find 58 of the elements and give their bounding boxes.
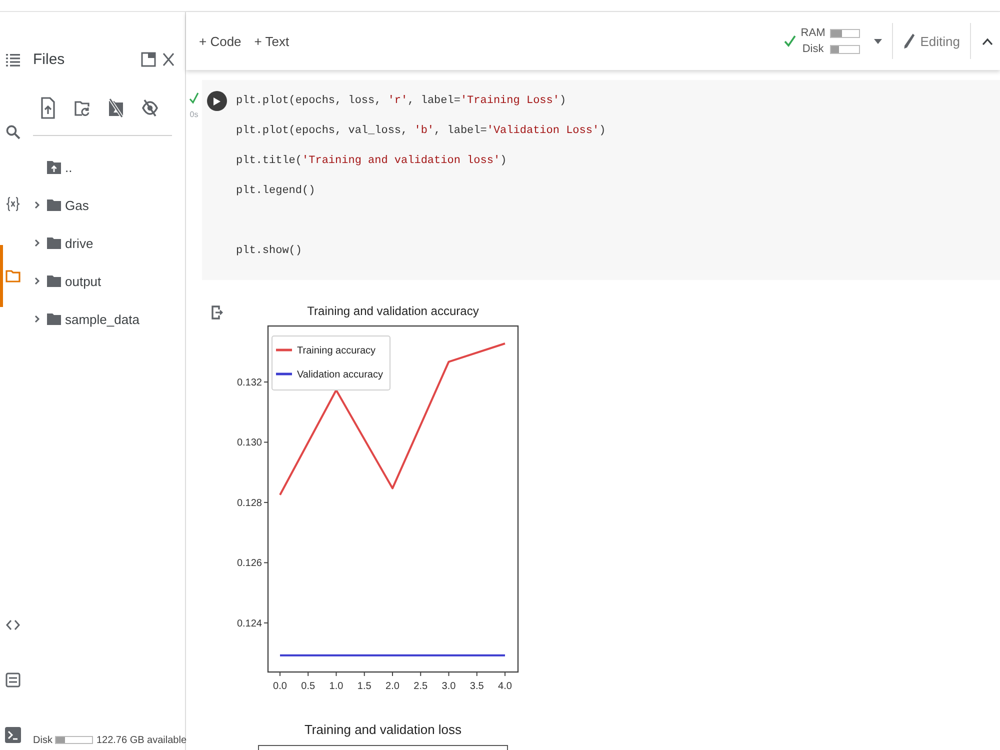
file-tree-item[interactable]: Gas [33, 186, 89, 224]
x-tick-label: 3.0 [442, 681, 456, 692]
y-tick-label: 0.132 [236, 378, 262, 388]
box-arrow-icon[interactable] [211, 305, 223, 320]
x-tick-label: 3.5 [470, 681, 484, 692]
disk-space-text: 122.76 GB available [96, 734, 187, 746]
x-tick-label: 2.5 [414, 681, 428, 692]
x-tick-label: 1.5 [357, 681, 372, 692]
file-tree-item[interactable]: output [33, 262, 102, 300]
editing-button[interactable]: Editing [901, 29, 962, 53]
x-tick-label: 4.0 [498, 681, 512, 692]
panel-title: Files [33, 50, 65, 68]
file-tree-item[interactable]: sample_data [33, 300, 140, 338]
legend-label: Validation accuracy [297, 370, 383, 380]
chart-title: Training and validation accuracy [307, 304, 479, 318]
panel-icon[interactable] [141, 52, 156, 66]
insert-button[interactable]: + Text [251, 30, 292, 52]
list-icon [5, 52, 21, 68]
code-line: plt.legend() [236, 184, 316, 199]
caret-down-icon [874, 38, 882, 44]
x-tick-label: 1.0 [329, 681, 344, 692]
execution-time: 0s [190, 110, 198, 119]
run-button[interactable] [207, 91, 227, 111]
file-tree-item[interactable]: .. [33, 148, 72, 186]
play-icon [213, 96, 221, 106]
folder-icon [47, 275, 61, 287]
y-tick-label: 0.126 [236, 558, 262, 570]
close-icon[interactable] [162, 52, 175, 66]
code-brackets-icon[interactable] [5, 617, 21, 633]
form-icon[interactable] [5, 672, 21, 688]
folder-up-icon [47, 160, 61, 174]
y-tick-label: 0.128 [236, 498, 262, 509]
runtime-button[interactable]: RAM Disk [782, 23, 884, 59]
code-line: plt.plot(epochs, loss, 'r', label='Training Loss') [236, 94, 566, 109]
search-icon [5, 124, 21, 140]
x-tick-label: 0.5 [301, 681, 316, 692]
disk-label: Disk [33, 734, 52, 746]
folder-icon [5, 268, 21, 284]
insert-button[interactable]: + Code [196, 30, 244, 52]
folder-slash-icon[interactable] [108, 96, 124, 120]
y-tick-label: 0.124 [236, 618, 262, 630]
folder-icon [47, 313, 61, 325]
code-line: plt.show() [236, 244, 302, 259]
file-tree-item[interactable]: drive [33, 224, 94, 262]
y-tick-label: 0.130 [236, 438, 262, 449]
braces-x-icon [5, 196, 21, 212]
chart-title: Training and validation loss [304, 722, 462, 737]
code-line: plt.plot(epochs, val_loss, 'b', label='Validation Loss') [236, 124, 606, 139]
terminal-icon[interactable] [5, 727, 21, 743]
x-tick-label: 2.0 [386, 681, 400, 692]
folder-icon [47, 237, 61, 249]
folder-icon [47, 199, 61, 211]
legend-label: Training accuracy [297, 346, 376, 356]
pencil-icon [903, 33, 916, 49]
x-tick-label: 0.0 [273, 681, 287, 692]
file-upload-icon[interactable] [40, 96, 56, 120]
code-line: plt.title('Training and validation loss') [236, 154, 507, 169]
chevron-up-icon [982, 38, 993, 44]
